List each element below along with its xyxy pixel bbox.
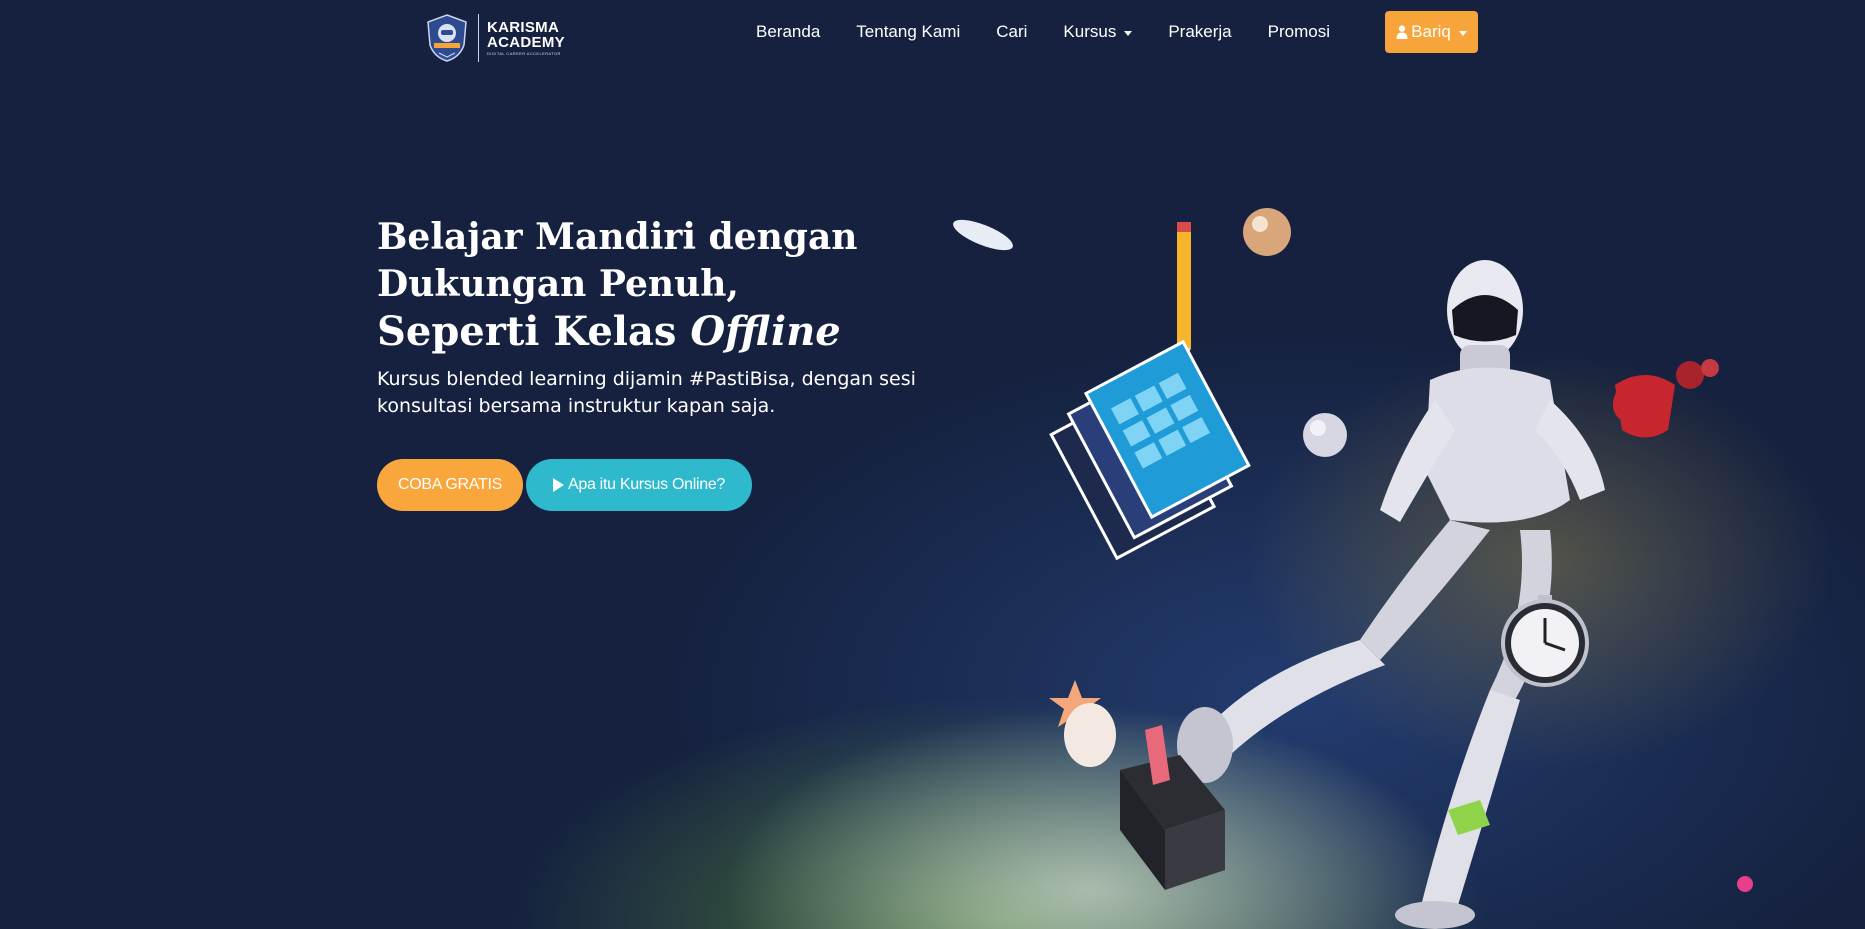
hero-title: Belajar Mandiri dengan Dukungan Penuh, S… (377, 214, 937, 355)
hero-title-line2: Dukungan Penuh, (377, 263, 739, 305)
what-is-online-course-label: Apa itu Kursus Online? (567, 476, 726, 493)
hero-description: Kursus blended learning dijamin #PastiBi… (377, 368, 916, 417)
caret-down-icon (1458, 30, 1467, 36)
robot-icon (1177, 260, 1605, 929)
nav-menu: Beranda Tentang Kami Cari Kursus Prakerj… (738, 0, 1348, 64)
brand-logo[interactable]: KARISMA ACADEMY DIGITAL CAREER ACCELERAT… (424, 12, 565, 64)
floating-screens-icon (1049, 339, 1251, 561)
coffee-cup-icon (1613, 359, 1719, 438)
logo-divider (478, 14, 479, 62)
hero-title-emphasis: Offline (690, 308, 841, 355)
user-menu-label: Bariq (1411, 22, 1451, 41)
hero-illustration (953, 208, 1753, 929)
caret-down-icon (1124, 30, 1133, 36)
nav-item-cari[interactable]: Cari (978, 22, 1045, 42)
star-trophy-icon (1049, 680, 1116, 767)
nav-item-kursus-dropdown[interactable]: Kursus (1045, 22, 1150, 42)
stopwatch-icon (1501, 595, 1589, 687)
floating-pill (953, 219, 1013, 251)
brand-wordmark: KARISMA ACADEMY DIGITAL CAREER ACCELERAT… (487, 20, 565, 56)
play-icon (552, 478, 564, 492)
what-is-online-course-button[interactable]: Apa itu Kursus Online? (526, 459, 752, 511)
brand-name-line2: ACADEMY (487, 34, 565, 51)
page: KARISMA ACADEMY DIGITAL CAREER ACCELERAT… (0, 0, 1865, 929)
floating-ball (1243, 208, 1291, 256)
floating-apple-icon (1303, 413, 1347, 457)
hero-title-line3-prefix: Seperti Kelas (377, 308, 691, 355)
nav-item-promosi[interactable]: Promosi (1250, 22, 1348, 42)
nav-item-prakerja[interactable]: Prakerja (1150, 22, 1249, 42)
hero-title-line3: Seperti Kelas Offline (377, 308, 937, 355)
nav-item-beranda[interactable]: Beranda (738, 22, 838, 42)
academy-shield-icon (427, 14, 467, 62)
hero-title-line1: Belajar Mandiri dengan (377, 216, 858, 258)
brand-tagline: DIGITAL CAREER ACCELERATOR (487, 51, 561, 56)
nav-item-tentang-kami[interactable]: Tentang Kami (838, 22, 978, 42)
user-menu-button[interactable]: Bariq (1385, 11, 1478, 53)
nav-item-kursus-label: Kursus (1063, 22, 1117, 41)
user-icon (1396, 25, 1408, 39)
navbar: KARISMA ACADEMY DIGITAL CAREER ACCELERAT… (0, 0, 1865, 64)
pink-ball-icon (1737, 876, 1753, 892)
brand-name-line1: KARISMA (487, 19, 560, 36)
try-free-button[interactable]: COBA GRATIS (377, 459, 523, 511)
